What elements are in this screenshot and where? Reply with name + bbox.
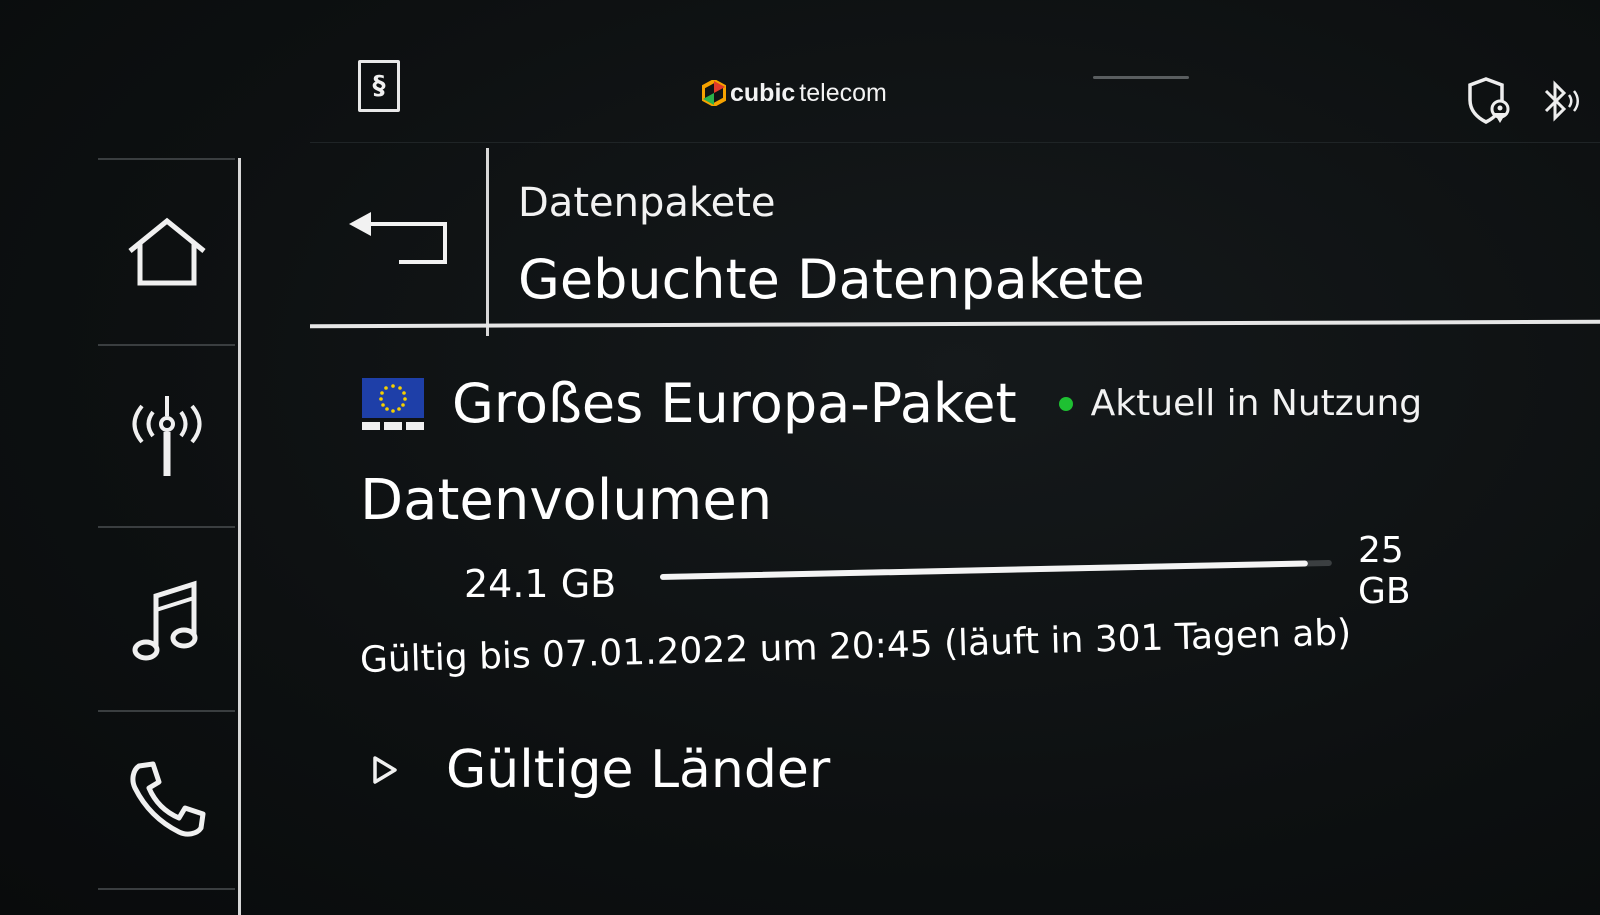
package-name: Großes Europa-Paket [452, 372, 1017, 435]
sidebar-item-phone[interactable] [98, 712, 235, 890]
sidebar-item-radio[interactable] [98, 344, 235, 528]
package-header: Großes Europa-Paket Aktuell in Nutzung [362, 372, 1422, 435]
top-status-bar: § cubic telecom [310, 42, 1600, 143]
back-arrow-icon [349, 212, 447, 264]
sidebar-item-media[interactable] [98, 528, 235, 712]
brand-name-bold: cubic [730, 78, 796, 107]
data-volume-meter: 24.1 GB 25 GB [464, 530, 1464, 620]
radio-antenna-icon [132, 396, 201, 476]
valid-countries-label: Gültige Länder [446, 740, 831, 800]
package-status: Aktuell in Nutzung [1090, 383, 1423, 424]
play-triangle-icon [373, 756, 397, 784]
main-menu-sidebar [98, 158, 241, 915]
home-icon [127, 217, 206, 286]
sidebar-item-home[interactable] [98, 158, 235, 346]
cubic-logo-icon [702, 80, 726, 106]
validity-text: Gültig bis 07.01.2022 um 20:45 (läuft in… [359, 612, 1352, 681]
privacy-location-shield-icon[interactable] [1466, 76, 1512, 126]
pull-down-handle[interactable] [1093, 76, 1189, 79]
usage-progress-bar [659, 559, 1332, 580]
breadcrumb: Datenpakete [518, 180, 776, 226]
page-title: Gebuchte Datenpakete [518, 248, 1145, 311]
usage-progress-fill [659, 560, 1308, 580]
legal-info-button[interactable]: § [358, 60, 400, 112]
used-volume: 24.1 GB [464, 562, 617, 606]
data-volume-title: Datenvolumen [360, 468, 773, 533]
back-button[interactable] [312, 148, 489, 336]
status-icons [1466, 76, 1582, 126]
legal-symbol: § [372, 71, 386, 101]
bluetooth-audio-icon[interactable] [1538, 77, 1582, 125]
valid-countries-expander[interactable]: Gültige Länder [372, 740, 830, 800]
provider-logo: cubic telecom [702, 78, 887, 108]
infotainment-screen: § cubic telecom Datenpakete Gebuchte Dat… [0, 0, 1600, 915]
brand-name-light: telecom [799, 78, 887, 107]
phone-icon [129, 761, 205, 837]
active-status-dot [1058, 396, 1073, 411]
music-note-icon [132, 580, 197, 661]
header-divider [310, 319, 1600, 329]
total-volume: 25 GB [1358, 530, 1411, 612]
eu-flag-icon [362, 377, 424, 430]
